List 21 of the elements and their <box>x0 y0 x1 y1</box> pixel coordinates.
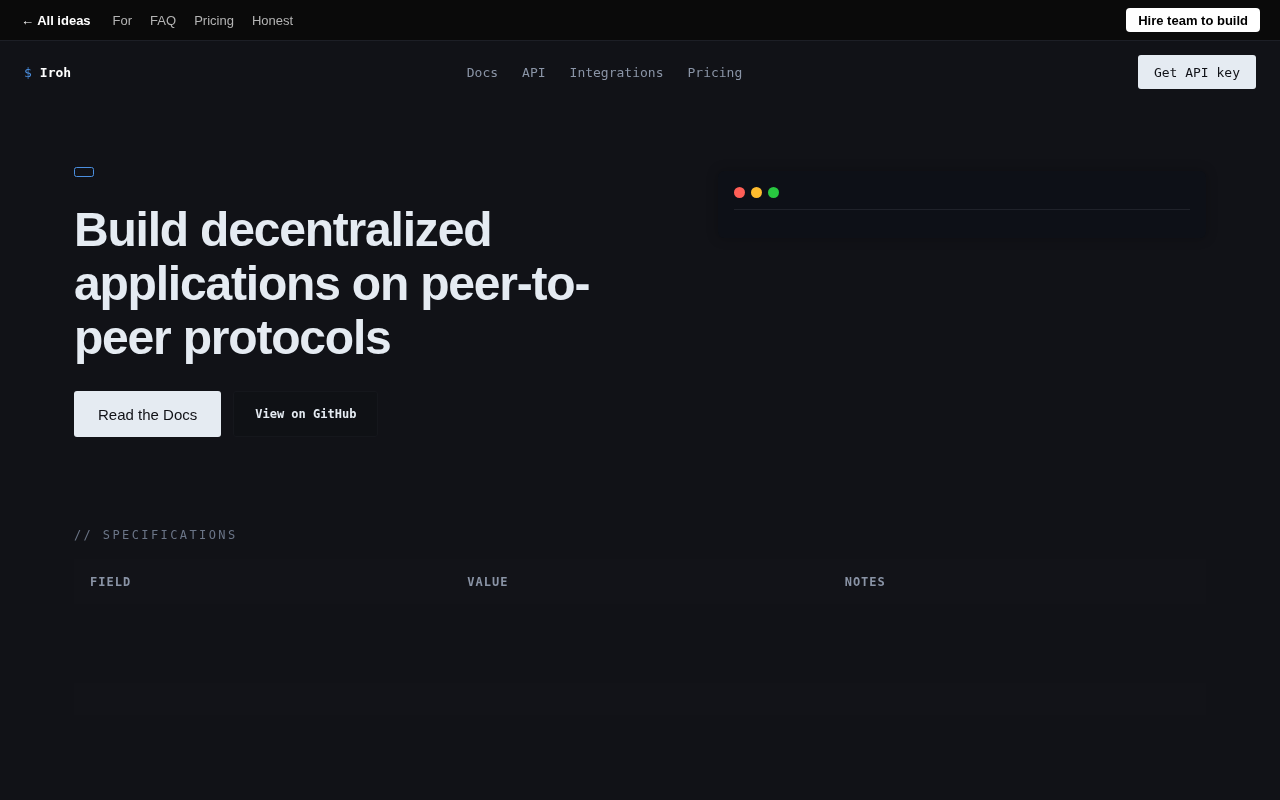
column-header: FIELD <box>89 574 133 589</box>
nav-link[interactable]: Pricing <box>687 64 743 80</box>
get-api-key-button[interactable]: Get API key <box>1137 55 1256 89</box>
hero-heading: Build decentralized applications on peer-to-peer protocols <box>74 203 591 365</box>
back-link[interactable]: ← All ideas <box>21 12 91 28</box>
column-header: VALUE <box>466 574 510 589</box>
hire-team-button[interactable]: Hire team to build <box>1126 8 1260 32</box>
top-nav-link[interactable]: FAQ <box>150 12 177 28</box>
nav-link[interactable]: API <box>522 64 546 80</box>
column-header: NOTES <box>843 574 887 589</box>
logo-symbol: $ <box>24 64 32 80</box>
top-nav-link[interactable]: Honest <box>251 12 294 28</box>
github-button[interactable]: View on GitHub <box>233 391 379 437</box>
nav-link[interactable]: Docs <box>466 64 499 80</box>
section-label: // SPECIFICATIONS <box>74 528 239 542</box>
nav-link[interactable]: Integrations <box>569 64 664 80</box>
read-docs-button[interactable]: Read the Docs <box>74 391 222 437</box>
top-nav-link[interactable]: For <box>112 12 133 28</box>
outline-badge-icon <box>74 167 94 177</box>
logo-name[interactable]: Iroh <box>39 64 72 80</box>
top-nav-link[interactable]: Pricing <box>194 12 234 28</box>
